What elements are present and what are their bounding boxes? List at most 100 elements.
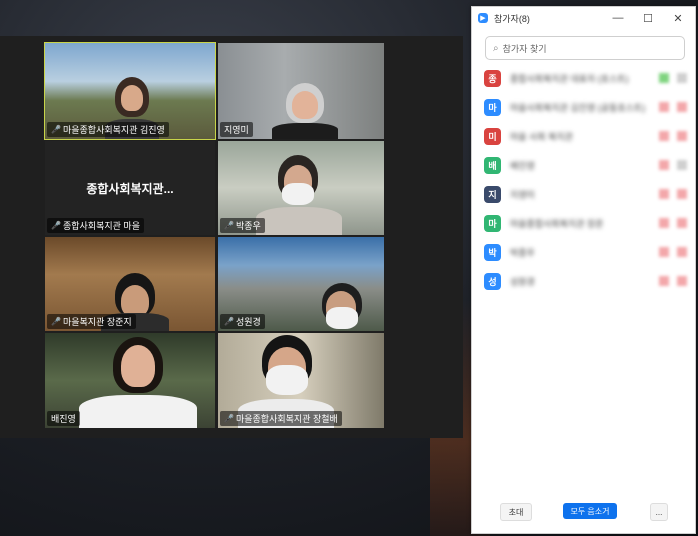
microphone-icon[interactable]: [659, 189, 669, 199]
camera-icon[interactable]: [677, 131, 687, 141]
video-gallery: 🎤 마을종합사회복지관 김진영 지영미 종합사회복지관... 🎤 종합사회복지관 마…: [0, 36, 463, 438]
participant-status-icons: [659, 276, 687, 286]
camera-icon[interactable]: [677, 189, 687, 199]
face-mask: [326, 307, 358, 329]
microphone-icon[interactable]: [659, 276, 669, 286]
participant-status-icons: [659, 131, 687, 141]
window-controls: — ☐ ✕: [605, 10, 691, 26]
face-mask: [282, 183, 314, 205]
search-placeholder: 참가자 찾기: [502, 43, 547, 54]
participant-face: [292, 91, 318, 119]
microphone-icon[interactable]: [659, 218, 669, 228]
participant-avatar: 마: [484, 99, 501, 116]
video-tile[interactable]: 🎤 박종우: [218, 141, 384, 235]
participant-search-input[interactable]: ⌕ 참가자 찾기: [485, 36, 685, 60]
participant-name: 성원경: [235, 317, 261, 327]
participant-status-icons: [659, 189, 687, 199]
video-tile[interactable]: 🎤 마을종합사회복지관 장철배: [218, 333, 384, 428]
mic-muted-icon: 🎤: [224, 317, 234, 326]
close-button[interactable]: ✕: [665, 10, 691, 26]
participant-body: [272, 123, 338, 139]
panel-titlebar: ▶ 참가자(8) — ☐ ✕: [472, 7, 695, 29]
camera-icon[interactable]: [677, 160, 687, 170]
mic-muted-icon: 🎤: [224, 221, 234, 230]
participant-row-name: 박종우: [510, 248, 535, 258]
video-tile[interactable]: 배진영: [45, 333, 215, 428]
participant-status-icons: [659, 102, 687, 112]
mic-muted-icon: 🎤: [224, 414, 234, 423]
participant-row[interactable]: 마 마을사회복지관 김진영 (공동호스트): [484, 93, 689, 122]
participant-face: [121, 85, 143, 111]
participant-name-tag: 🎤 종합사회복지관 마을: [47, 218, 144, 233]
mic-muted-icon: 🎤: [51, 221, 61, 230]
video-tile[interactable]: 🎤 마을종합사회복지관 김진영: [44, 42, 216, 140]
participant-name-tag: 🎤 마을종합사회복지관 김진영: [47, 122, 169, 137]
panel-footer: 초대 모두 음소거 ...: [472, 493, 695, 533]
participant-row-name: 종합사회복지관 대표자 (호스트): [510, 74, 629, 84]
participant-status-icons: [659, 218, 687, 228]
participant-name-tag: 지영미: [220, 122, 253, 137]
participant-row[interactable]: 지 지영미: [484, 180, 689, 209]
participant-avatar: 배: [484, 157, 501, 174]
participant-list: 종 종합사회복지관 대표자 (호스트) 마 마을사회복지관 김진영 (공동호스트) 미 마…: [484, 64, 689, 296]
participant-avatar: 마: [484, 215, 501, 232]
microphone-icon[interactable]: [659, 247, 669, 257]
camera-icon[interactable]: [677, 102, 687, 112]
participant-row[interactable]: 종 종합사회복지관 대표자 (호스트): [484, 64, 689, 93]
participant-row-name: 지영미: [510, 190, 535, 200]
participant-status-icons: [659, 73, 687, 83]
camera-icon[interactable]: [677, 247, 687, 257]
face-mask: [266, 365, 308, 395]
participant-body: [256, 207, 342, 235]
participant-body: [79, 395, 197, 428]
video-tile[interactable]: 종합사회복지관... 🎤 종합사회복지관 마을: [45, 141, 215, 235]
participant-row-name: 마을사회복지관 김진영 (공동호스트): [510, 103, 646, 113]
participant-row[interactable]: 미 마을 사회 복지관: [484, 122, 689, 151]
participant-name-tag: 🎤 마을복지관 장준지: [47, 314, 136, 329]
participant-row-name: 마을 사회 복지관: [510, 132, 573, 142]
participant-avatar: 지: [484, 186, 501, 203]
maximize-button[interactable]: ☐: [635, 10, 661, 26]
participant-name: 지영미: [224, 125, 249, 135]
participant-name-tag: 🎤 성원경: [220, 314, 265, 329]
participant-row-name: 배진영: [510, 161, 535, 171]
participant-avatar: 종: [484, 70, 501, 87]
participant-name-tag: 배진영: [47, 411, 80, 426]
minimize-button[interactable]: —: [605, 10, 631, 26]
camera-icon[interactable]: [677, 276, 687, 286]
participant-avatar: 성: [484, 273, 501, 290]
mute-all-button[interactable]: 모두 음소거: [563, 503, 617, 519]
microphone-icon[interactable]: [659, 160, 669, 170]
participant-row-name: 성원경: [510, 277, 535, 287]
participant-status-icons: [659, 160, 687, 170]
participant-name-tag: 🎤 박종우: [220, 218, 265, 233]
mic-muted-icon: 🎤: [51, 317, 61, 326]
microphone-icon[interactable]: [659, 102, 669, 112]
participant-avatar: 박: [484, 244, 501, 261]
participant-name: 종합사회복지관 마을: [62, 221, 140, 231]
participant-row[interactable]: 마 마을종합사회복지관 장준: [484, 209, 689, 238]
participant-row[interactable]: 성 성원경: [484, 267, 689, 296]
participant-row-name: 마을종합사회복지관 장준: [510, 219, 604, 229]
participant-status-icons: [659, 247, 687, 257]
participant-row[interactable]: 배 배진영: [484, 151, 689, 180]
more-button[interactable]: ...: [650, 503, 668, 521]
participant-row[interactable]: 박 박종우: [484, 238, 689, 267]
invite-button[interactable]: 초대: [500, 503, 532, 521]
microphone-icon[interactable]: [659, 73, 669, 83]
microphone-icon[interactable]: [659, 131, 669, 141]
participant-avatar: 미: [484, 128, 501, 145]
participant-name: 마을종합사회복지관 장철배: [235, 414, 338, 424]
camera-icon[interactable]: [677, 218, 687, 228]
camera-icon[interactable]: [677, 73, 687, 83]
video-tile[interactable]: 🎤 마을복지관 장준지: [45, 237, 215, 331]
video-tile[interactable]: 🎤 성원경: [218, 237, 384, 331]
participant-name: 마을종합사회복지관 김진영: [62, 125, 165, 135]
participant-face: [121, 345, 155, 387]
zoom-logo-icon: ▶: [478, 13, 488, 23]
video-tile[interactable]: 지영미: [218, 43, 384, 139]
mic-muted-icon: 🎤: [51, 125, 61, 134]
participants-panel: ▶ 참가자(8) — ☐ ✕ ⌕ 참가자 찾기 종 종합사회복지관 대표자 (호스…: [471, 6, 696, 534]
search-icon: ⌕: [493, 42, 499, 54]
participant-name: 마을복지관 장준지: [62, 317, 132, 327]
